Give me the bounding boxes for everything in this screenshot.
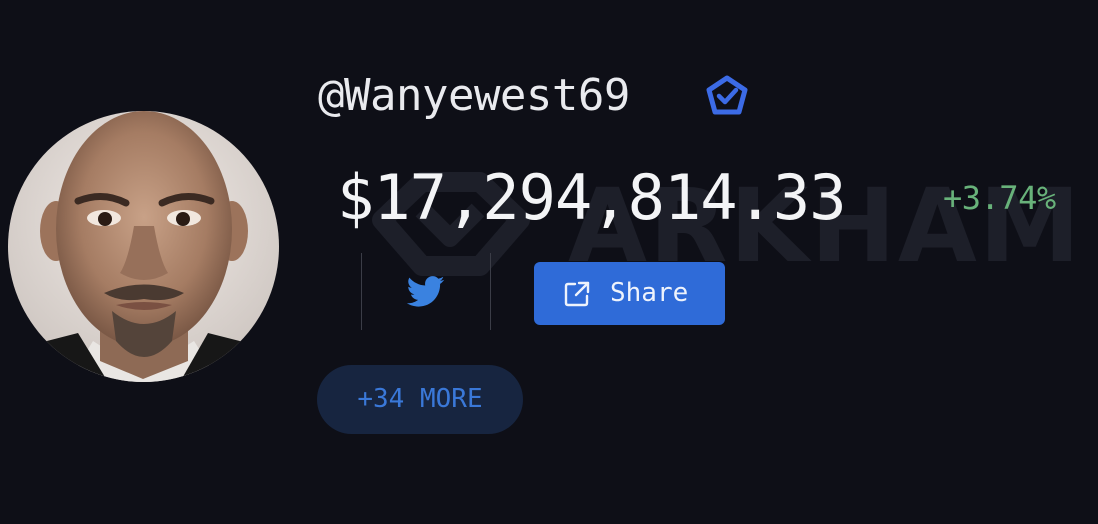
entity-header: @Wanyewest69 ARKHAM $17,294,814.33 +3.74… <box>0 0 1098 524</box>
twitter-icon[interactable] <box>407 276 445 308</box>
share-button-label: Share <box>610 278 689 308</box>
profile-photo <box>8 111 279 382</box>
twitter-link[interactable] <box>361 253 491 330</box>
share-button[interactable]: Share <box>534 262 725 325</box>
entity-handle[interactable]: @Wanyewest69 <box>318 66 630 126</box>
portfolio-balance: $17,294,814.33 <box>337 161 847 234</box>
avatar <box>8 111 279 382</box>
balance-change: +3.74% <box>943 179 1056 217</box>
more-tags-button[interactable]: +34 MORE <box>317 365 523 434</box>
external-link-icon <box>564 281 590 307</box>
verified-badge-icon <box>706 75 748 115</box>
